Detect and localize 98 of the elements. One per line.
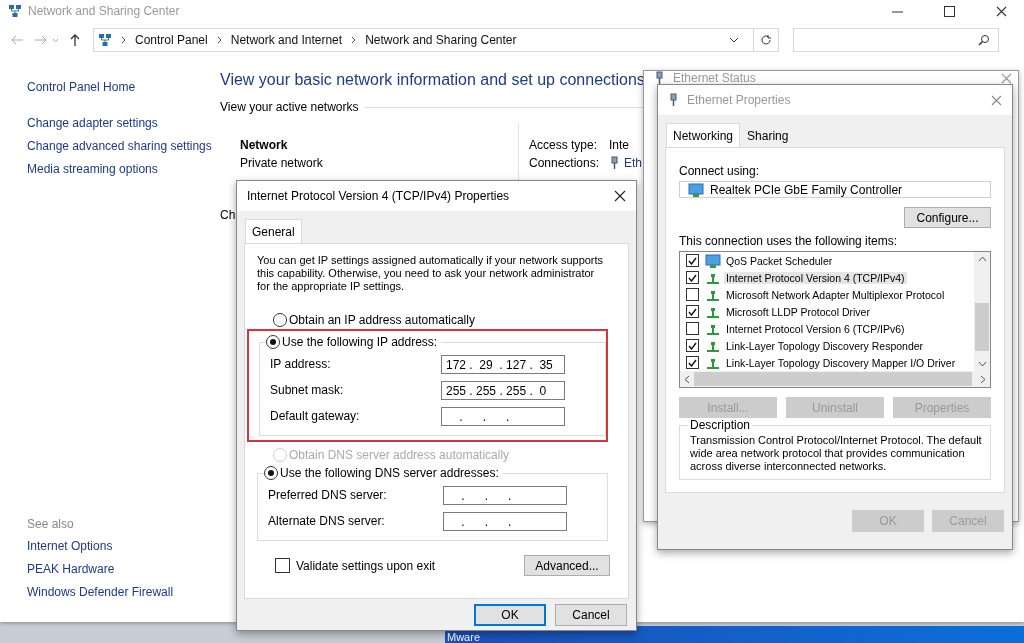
tab[interactable]: General [245, 219, 302, 243]
breadcrumb-item[interactable]: Control Panel [135, 33, 208, 47]
radio-button[interactable] [264, 466, 278, 480]
ip-address-field[interactable]: . . . [441, 406, 565, 426]
option-label[interactable]: Obtain an IP address automatically [289, 313, 475, 327]
connection-link[interactable]: Eth [624, 154, 642, 172]
caret-icon[interactable] [729, 37, 739, 43]
search-icon[interactable] [978, 34, 990, 46]
field-label: Connect using: [679, 164, 761, 178]
network-type: Private network [240, 155, 324, 172]
field-label: Access type: [529, 137, 599, 154]
chevron-icon [120, 35, 127, 45]
field-label: Alternate DNS server: [268, 514, 385, 528]
ip-address-field[interactable]: 255 . 255 . 255 . 0 [441, 380, 565, 400]
field-label: Connections: [529, 155, 601, 172]
refresh-icon[interactable] [760, 34, 772, 46]
list-item[interactable]: Internet Protocol Version 4 (TCP/IPv4) [724, 271, 907, 284]
field-label: Subnet mask: [270, 383, 344, 397]
list-item[interactable]: Internet Protocol Version 6 (TCP/IPv6) [724, 322, 907, 335]
sidebar-link[interactable]: PEAK Hardware [27, 562, 220, 577]
breadcrumb-item[interactable]: Network and Sharing Center [365, 33, 517, 47]
section-heading: See also [27, 517, 75, 531]
network-icon [8, 4, 22, 18]
checkbox[interactable] [686, 356, 699, 369]
section-heading: View your active networks [220, 100, 359, 114]
field-label: Default gateway: [270, 409, 360, 423]
checkbox[interactable] [686, 322, 699, 335]
option-label[interactable]: Use the following IP address: [282, 335, 438, 349]
ip-address-field[interactable]: . . . [443, 485, 567, 505]
checkbox-label[interactable]: Validate settings upon exit [296, 558, 436, 573]
checkbox[interactable] [686, 254, 699, 267]
adapter-name: Realtek PCIe GbE Family Controller [710, 182, 903, 197]
search-field[interactable] [793, 28, 999, 52]
scroll-thumb[interactable] [975, 302, 989, 351]
up-arrow-icon[interactable] [69, 33, 81, 47]
button[interactable]: Configure... [904, 207, 991, 228]
option-label[interactable]: Use the following DNS server addresses: [280, 466, 499, 480]
description-text: Transmission Control Protocol/Internet Protocol. The default wide area network protocol that provides communication across diverse interconnected networks. [690, 434, 983, 473]
network-icon [98, 33, 112, 47]
scroll-thumb[interactable] [694, 372, 972, 386]
group-heading: Description [689, 418, 752, 432]
scrollbar[interactable] [680, 371, 990, 387]
radio-button[interactable] [273, 313, 287, 327]
button[interactable]: Advanced... [524, 555, 610, 576]
sidebar-link[interactable]: Change adapter settings [27, 116, 220, 131]
sidebar-link[interactable]: Internet Options [27, 539, 220, 554]
list-item[interactable]: QoS Packet Scheduler [724, 254, 835, 267]
chevron-icon [215, 35, 223, 45]
chevron-icon [350, 35, 358, 45]
close-icon[interactable] [614, 190, 626, 202]
ethernet-icon [609, 156, 620, 170]
radio-button[interactable] [266, 335, 280, 349]
sidebar-link[interactable]: Windows Defender Firewall [27, 585, 220, 600]
checkbox[interactable] [275, 558, 290, 573]
field-value: Inte [609, 137, 629, 154]
sidebar-link[interactable]: Control Panel Home [27, 80, 220, 95]
list-item[interactable]: Microsoft LLDP Protocol Driver [724, 305, 872, 318]
checkbox[interactable] [686, 339, 699, 352]
scroll-up-icon[interactable] [977, 256, 987, 262]
button[interactable]: OK [474, 603, 546, 626]
checkbox[interactable] [686, 288, 699, 301]
tab[interactable]: Sharing [740, 125, 796, 147]
window-title: Ethernet Status [673, 71, 756, 85]
address-bar[interactable]: Control Panel Network and Internet Network and Sharing Center [93, 28, 779, 52]
checkbox[interactable] [686, 271, 699, 284]
sidebar-link[interactable]: Media streaming options [27, 162, 220, 177]
text-fragment: Ch [220, 208, 236, 222]
ip-address-field[interactable]: . . . [443, 511, 567, 531]
breadcrumb-item[interactable]: Network and Internet [230, 33, 343, 47]
window-title: Ethernet Properties [687, 93, 791, 107]
ethernet-icon [654, 71, 665, 85]
field-label: Preferred DNS server: [268, 488, 387, 502]
scroll-right-icon[interactable] [980, 374, 986, 384]
field-label: IP address: [270, 357, 331, 371]
description-text: You can get IP settings assigned automatically if your network supports this capability. Otherwise, you need to ask your network administrator for the appropriate IP settings. [257, 254, 605, 293]
field-label: This connection uses the following items: [679, 234, 899, 248]
ethernet-icon [668, 93, 679, 107]
window-title: Network and Sharing Center [28, 4, 180, 18]
tab[interactable]: Networking [666, 123, 741, 147]
ip-address-field[interactable]: 172 . 29 . 127 . 35 [441, 354, 565, 374]
list-item[interactable]: Microsoft Network Adapter Multiplexor Protocol [724, 288, 947, 301]
checkmark-icon [688, 307, 697, 316]
maximize-icon[interactable] [943, 5, 955, 17]
close-icon[interactable] [995, 5, 1007, 17]
monitor-icon [705, 253, 721, 268]
list-item[interactable]: Link-Layer Topology Discovery Responder [724, 339, 926, 352]
list-item[interactable]: Link-Layer Topology Discovery Mapper I/O Driver [724, 356, 958, 369]
sidebar-link[interactable]: Change advanced sharing settings [27, 139, 220, 154]
scrollbar[interactable] [974, 252, 990, 371]
scroll-left-icon[interactable] [684, 374, 690, 384]
taskbar-label[interactable]: Mware [445, 631, 480, 643]
checkbox[interactable] [686, 305, 699, 318]
button[interactable]: Cancel [555, 603, 627, 626]
page-heading: View your basic network information and set up connections [220, 70, 645, 90]
monitor-icon [688, 182, 704, 197]
scroll-down-icon[interactable] [977, 361, 987, 367]
network-name: Network [240, 137, 289, 154]
window-title: Internet Protocol Version 4 (TCP/IPv4) Properties [247, 189, 510, 203]
